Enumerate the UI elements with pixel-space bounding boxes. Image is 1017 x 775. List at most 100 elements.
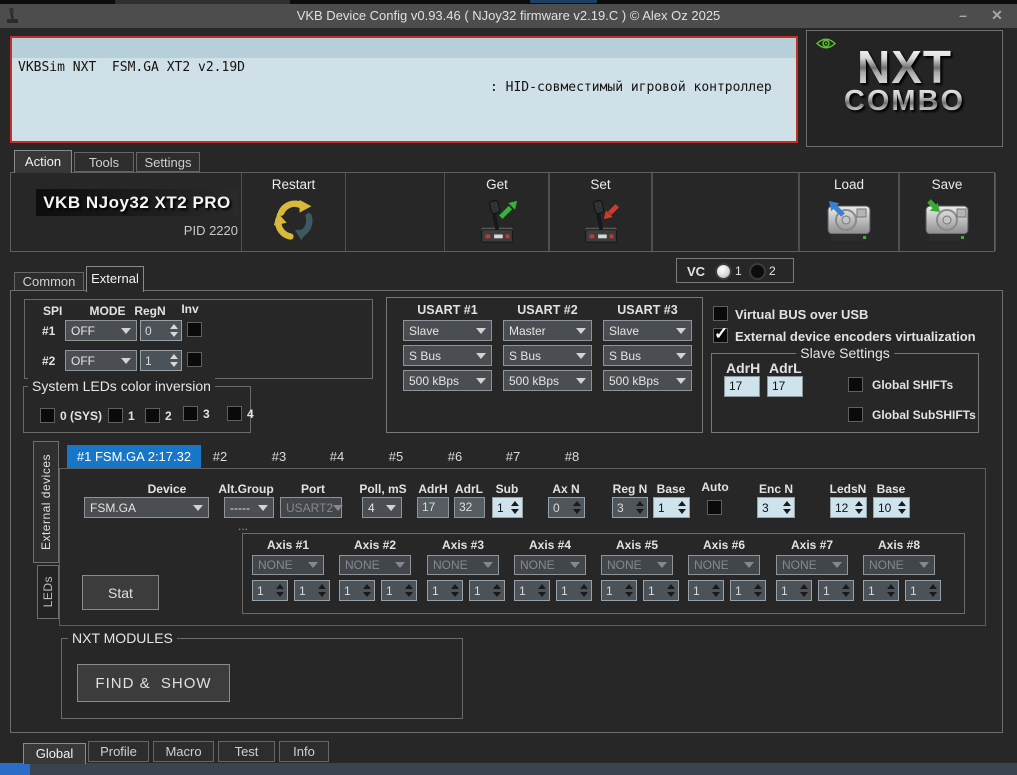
axis5-spinner-b: 1	[643, 580, 679, 601]
spinner-arrows-icon	[538, 584, 549, 597]
side-tab-leds[interactable]: LEDs	[37, 565, 59, 619]
spinner-arrows-icon[interactable]	[678, 501, 689, 514]
spinner-arrows-icon[interactable]	[783, 501, 794, 514]
led2-checkbox[interactable]	[145, 408, 160, 423]
spi2-inv-checkbox[interactable]	[187, 352, 202, 367]
axis3-mode-select: NONE	[427, 555, 499, 575]
encn-spinner[interactable]: 3	[757, 497, 795, 518]
tab-profile[interactable]: Profile	[88, 741, 149, 762]
set-button[interactable]: Set	[548, 173, 653, 251]
adrl-input[interactable]: 17	[767, 376, 803, 397]
dropdown-arrow-icon	[919, 562, 929, 568]
auto-checkbox[interactable]	[707, 500, 722, 515]
sub-spinner[interactable]: 1	[492, 497, 523, 518]
spinner-arrows-icon	[754, 584, 765, 597]
global-shifts-checkbox[interactable]	[848, 377, 863, 392]
vc-radio-1[interactable]	[715, 263, 732, 280]
usart2-bus-select[interactable]: S Bus	[503, 345, 592, 366]
usart2-speed-select[interactable]: 500 kBps	[503, 370, 592, 391]
device-tab-1[interactable]: #1 FSM.GA 2:17.32	[67, 445, 201, 468]
save-button[interactable]: Save	[898, 173, 996, 251]
usart1-title: USART #1	[417, 303, 478, 317]
global-subshifts-checkbox[interactable]	[848, 407, 863, 422]
axis4-spinner-a: 1	[514, 580, 550, 601]
spi1-inv-checkbox[interactable]	[187, 322, 202, 337]
device-tab-2[interactable]: #2	[200, 445, 240, 468]
spi1-regn-spinner[interactable]: 0	[140, 320, 182, 341]
restart-button[interactable]: Restart	[241, 173, 346, 251]
dropdown-arrow-icon	[476, 377, 486, 384]
usart3-mode-select[interactable]: Slave	[603, 320, 692, 341]
spinner-arrows-icon[interactable]	[170, 354, 181, 367]
find-show-button[interactable]: FIND & SHOW	[77, 664, 230, 702]
minimize-button[interactable]: –	[948, 6, 978, 25]
alt-group-select[interactable]: -----	[224, 497, 274, 518]
vc-radio-2[interactable]	[749, 263, 766, 280]
tab-action[interactable]: Action	[14, 150, 72, 173]
led4-checkbox[interactable]	[227, 406, 242, 421]
usart1-bus-select[interactable]: S Bus	[403, 345, 492, 366]
usart3-bus-select[interactable]: S Bus	[603, 345, 692, 366]
spinner-arrows-icon[interactable]	[855, 501, 866, 514]
tab-settings[interactable]: Settings	[136, 152, 200, 172]
tab-test[interactable]: Test	[218, 741, 275, 762]
spi1-mode-select[interactable]: OFF	[65, 320, 137, 341]
spi-header: SPI	[43, 304, 63, 318]
sub-label: Sub	[495, 482, 519, 496]
dropdown-arrow-icon	[308, 562, 318, 568]
tab-info[interactable]: Info	[279, 741, 329, 762]
device-tab-7[interactable]: #7	[493, 445, 533, 468]
ledsn-spinner[interactable]: 12	[830, 497, 867, 518]
tab-common[interactable]: Common	[14, 272, 84, 291]
spinner-arrows-icon	[842, 584, 853, 597]
side-tab-external-devices[interactable]: External devices	[33, 441, 59, 563]
restart-label: Restart	[271, 177, 316, 192]
virtual-bus-checkbox[interactable]	[713, 306, 728, 321]
close-button[interactable]: ✕	[982, 6, 1012, 25]
tab-external[interactable]: External	[86, 266, 144, 292]
tab-tools[interactable]: Tools	[74, 152, 134, 172]
device-tab-5[interactable]: #5	[376, 445, 416, 468]
spinner-arrows-icon	[929, 584, 940, 597]
usart1-speed-select[interactable]: 500 kBps	[403, 370, 492, 391]
poll-select[interactable]: 4	[362, 497, 402, 518]
led1-checkbox[interactable]	[108, 408, 123, 423]
adrh-input[interactable]: 17	[724, 376, 760, 397]
encoders-virtualization-checkbox[interactable]	[713, 324, 728, 344]
led3-checkbox[interactable]	[183, 406, 198, 421]
device-tab-6[interactable]: #6	[435, 445, 475, 468]
device-select[interactable]: FSM.GA	[84, 497, 209, 518]
device-tab-8[interactable]: #8	[552, 445, 592, 468]
alt-group-label: Alt.Group	[218, 482, 274, 496]
spinner-arrows-icon[interactable]	[170, 324, 181, 337]
usart1-mode-select[interactable]: Slave	[403, 320, 492, 341]
device-tab-4[interactable]: #4	[317, 445, 357, 468]
dropdown-arrow-icon	[676, 377, 686, 384]
tab-global[interactable]: Global	[23, 743, 86, 764]
device-tab-3[interactable]: #3	[259, 445, 299, 468]
dropdown-arrow-icon	[386, 504, 396, 511]
auto-label: Auto	[701, 480, 729, 494]
usart3-speed-select[interactable]: 500 kBps	[603, 370, 692, 391]
load-button[interactable]: Load	[798, 173, 900, 251]
spinner-arrows-icon[interactable]	[511, 501, 522, 514]
base1-spinner[interactable]: 1	[653, 497, 690, 518]
spinner-arrows-icon[interactable]	[898, 501, 909, 514]
spi2-mode-select[interactable]: OFF	[65, 350, 137, 371]
axis3-spinner-b: 1	[469, 580, 505, 601]
tab-macro[interactable]: Macro	[153, 741, 214, 762]
get-button[interactable]: Get	[444, 173, 550, 251]
poll-label: Poll, mS	[359, 482, 407, 496]
usart3-title: USART #3	[617, 303, 678, 317]
axis4-spinner-b: 1	[556, 580, 592, 601]
led0-checkbox[interactable]	[40, 408, 55, 423]
device-content-box: Device Alt.Group Port Poll, mS AdrH AdrL…	[59, 468, 986, 626]
usart2-mode-select[interactable]: Master	[503, 320, 592, 341]
stat-button[interactable]: Stat	[82, 575, 159, 610]
base2-spinner[interactable]: 10	[873, 497, 910, 518]
dropdown-arrow-icon	[576, 352, 586, 359]
spi-group: SPI MODE RegN Inv #1 OFF 0 #2 OFF 1	[24, 299, 373, 379]
axis8-mode-select: NONE	[863, 555, 935, 575]
slave-settings-group: Slave Settings AdrH 17 AdrL 17 Global SH…	[711, 345, 979, 433]
spi2-regn-spinner[interactable]: 1	[140, 350, 182, 371]
